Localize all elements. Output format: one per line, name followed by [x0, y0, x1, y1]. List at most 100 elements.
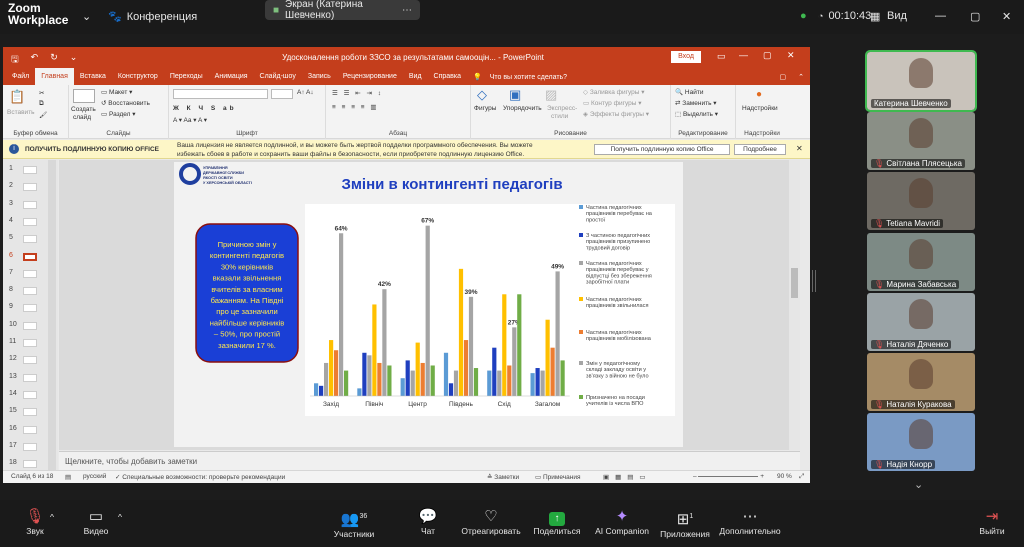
slide-thumbnail[interactable]: [23, 390, 37, 399]
language-indicator[interactable]: русский: [83, 473, 106, 480]
close-icon[interactable]: ✕: [1002, 10, 1011, 23]
tab-help[interactable]: Справка: [428, 73, 467, 80]
tab-slideshow[interactable]: Слайд-шоу: [254, 73, 302, 80]
copy-icon[interactable]: ⧉: [39, 100, 44, 108]
section-button[interactable]: ▭ Раздел ▾: [101, 110, 136, 118]
font-color-icons[interactable]: A ▾ Aa ▾ A ▾: [173, 116, 207, 124]
ribbon-display-icon[interactable]: ▭: [717, 51, 726, 62]
slide-thumbnail[interactable]: [23, 321, 37, 330]
view-buttons[interactable]: ▣▦▤▭: [603, 473, 652, 481]
slide-thumbnail[interactable]: [23, 442, 37, 451]
arrange-button[interactable]: Упорядочить: [503, 105, 542, 112]
security-shield-icon[interactable]: ●: [800, 10, 807, 22]
slide-thumbnail[interactable]: [23, 373, 37, 382]
warning-close-icon[interactable]: ✕: [796, 144, 803, 153]
slide-thumbnail[interactable]: [23, 166, 37, 174]
addins-button[interactable]: Надстройки: [742, 105, 778, 112]
minimize-icon[interactable]: —: [935, 10, 946, 22]
grow-font-icon[interactable]: A↑ A↓: [297, 89, 314, 96]
participant-tile[interactable]: Катерина Шевченко: [865, 50, 977, 112]
shape-effects-button[interactable]: ◈ Эффекты фигуры ▾: [583, 110, 649, 118]
collapse-ribbon-icon[interactable]: ⌃: [792, 73, 810, 81]
select-button[interactable]: ⬚ Выделить ▾: [675, 110, 718, 118]
grid-icon[interactable]: ▦: [870, 10, 880, 23]
canvas-scrollbar[interactable]: [789, 160, 800, 450]
slide-thumbnail[interactable]: [23, 287, 37, 296]
login-button[interactable]: Вход: [671, 51, 701, 63]
screen-share-chip[interactable]: ■ Экран (Катерина Шевченко) ⋯: [265, 0, 420, 21]
tab-transitions[interactable]: Переходы: [164, 73, 209, 80]
slide-thumbnail[interactable]: [23, 408, 37, 417]
participant-tile[interactable]: 🎙 Надія Кнорр: [867, 413, 975, 472]
conference-menu[interactable]: 🐾 Конференция: [108, 10, 197, 24]
comments-icon[interactable]: ▢: [774, 73, 793, 81]
tab-view[interactable]: Вид: [403, 73, 428, 80]
quick-styles-icon[interactable]: ▨: [545, 87, 557, 103]
more-button[interactable]: ⋯ Дополнительно: [710, 508, 790, 536]
quick-styles-button[interactable]: Экспресс-: [547, 105, 577, 112]
accessibility-status[interactable]: ✓ Специальные возможности: проверьте рек…: [115, 473, 285, 481]
tab-file[interactable]: Файл: [3, 73, 35, 80]
new-slide-button[interactable]: Создать: [71, 106, 96, 113]
tab-insert[interactable]: Вставка: [74, 73, 112, 80]
tab-animations[interactable]: Анимация: [209, 73, 254, 80]
fit-slide-icon[interactable]: ⤢: [799, 473, 804, 481]
addins-icon[interactable]: ●: [756, 89, 762, 100]
find-button[interactable]: 🔍 Найти: [675, 88, 703, 96]
thumbnail-scrollbar[interactable]: [48, 160, 56, 470]
new-slide-icon[interactable]: [73, 89, 95, 103]
replace-button[interactable]: ⇄ Заменить ▾: [675, 99, 717, 107]
comments-toggle[interactable]: ▭ Примечания: [535, 473, 580, 481]
slide-thumbnail[interactable]: [23, 269, 37, 278]
slide-thumbnail[interactable]: [23, 339, 37, 347]
maximize-icon[interactable]: ▢: [970, 10, 980, 23]
tab-home[interactable]: Главная: [35, 68, 74, 85]
participant-tile[interactable]: 🎙 Марина Забавська: [867, 232, 975, 291]
slide-thumbnail[interactable]: [23, 356, 37, 365]
video-options-chevron-icon[interactable]: ^: [110, 512, 130, 522]
ppt-minimize-icon[interactable]: —: [739, 50, 748, 60]
participant-tile[interactable]: 🎙 Tetiana Mavridi: [867, 172, 975, 231]
slide-thumbnail[interactable]: [23, 460, 37, 469]
layout-button[interactable]: ▭ Макет ▾: [101, 88, 132, 96]
font-style-buttons[interactable]: Ж К Ч S ab: [173, 105, 237, 112]
customize-icon[interactable]: ⌄: [70, 52, 78, 68]
spellcheck-icon[interactable]: ▤: [65, 473, 71, 481]
shape-fill-button[interactable]: ◇ Заливка фигуры ▾: [583, 88, 645, 96]
font-name-field[interactable]: [173, 89, 268, 99]
slide-thumbnail[interactable]: [23, 235, 37, 244]
shapes-icon[interactable]: ◇: [477, 87, 487, 103]
tell-me-search[interactable]: 💡 Что вы хотите сделать?: [467, 73, 579, 81]
slide-thumbnail[interactable]: [23, 252, 37, 261]
format-painter-icon[interactable]: 🖌: [39, 111, 47, 119]
notes-pane[interactable]: Щелкните, чтобы добавить заметки: [59, 451, 800, 470]
zoom-slider[interactable]: – +: [693, 473, 764, 480]
save-icon[interactable]: 🖫: [11, 52, 19, 68]
undo-icon[interactable]: ↶: [31, 52, 39, 68]
tab-record[interactable]: Запись: [302, 73, 337, 80]
learn-more-button[interactable]: Подробнее: [734, 144, 786, 155]
zoom-level[interactable]: 90 %: [777, 473, 792, 480]
tab-design[interactable]: Конструктор: [112, 73, 164, 80]
notes-placeholder[interactable]: Щелкните, чтобы добавить заметки: [65, 457, 197, 466]
align-buttons[interactable]: ≡ ≡ ≡ ≡ ▥: [332, 103, 379, 111]
ppt-close-icon[interactable]: ✕: [787, 50, 795, 61]
slide-thumbnail[interactable]: [23, 200, 37, 209]
notes-toggle[interactable]: ≙ Заметки: [487, 473, 519, 481]
splitter-handle[interactable]: [812, 270, 816, 292]
list-buttons[interactable]: ☰ ☰ ⇤ ⇥ ↕: [332, 89, 383, 97]
cut-icon[interactable]: ✂: [39, 89, 44, 97]
redo-icon[interactable]: ↻: [50, 52, 58, 68]
zoom-menu-chevron-icon[interactable]: ⌄: [82, 10, 91, 23]
view-button[interactable]: Вид: [887, 10, 907, 22]
canvas-scroll-thumb[interactable]: [791, 268, 798, 298]
leave-button[interactable]: ⇥ Выйти: [952, 508, 1024, 536]
tab-review[interactable]: Рецензирование: [337, 73, 403, 80]
slide-thumbnail[interactable]: [23, 304, 37, 313]
arrange-icon[interactable]: ▣: [509, 87, 521, 103]
shapes-button[interactable]: Фигуры: [474, 105, 496, 112]
reset-button[interactable]: ↺ Восстановить: [101, 99, 150, 107]
ppt-maximize-icon[interactable]: ▢: [763, 50, 772, 61]
participant-tile[interactable]: 🎙 Наталія Куракова: [867, 353, 975, 411]
get-genuine-button[interactable]: Получить подлинную копию Office: [594, 144, 730, 155]
